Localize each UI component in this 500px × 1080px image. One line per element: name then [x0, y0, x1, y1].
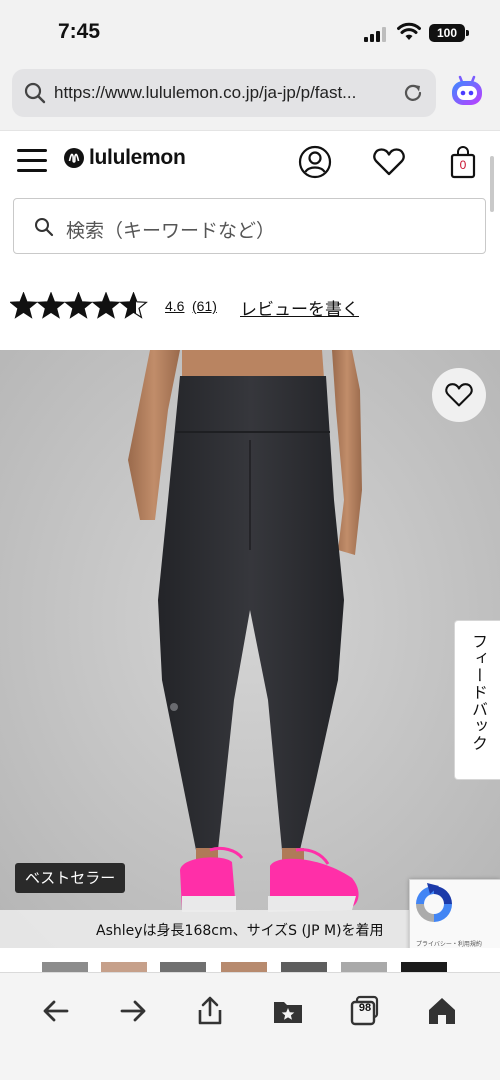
site-search-input[interactable]: 検索（キーワードなど）: [13, 198, 486, 254]
account-icon[interactable]: [298, 145, 332, 179]
forward-button[interactable]: [111, 989, 155, 1033]
star-rating[interactable]: [10, 292, 148, 320]
share-button[interactable]: [188, 989, 232, 1033]
brand-name[interactable]: lululemon: [89, 146, 186, 170]
rating-row: 4.6 (61) レビューを書く: [10, 290, 490, 326]
star-icon: [36, 292, 66, 319]
arrow-left-icon: [43, 1000, 69, 1022]
star-icon: [64, 292, 93, 319]
page-scrollbar[interactable]: [490, 156, 494, 212]
lululemon-logo-icon[interactable]: [64, 148, 84, 168]
search-icon: [24, 82, 46, 104]
recaptcha-logo-icon: [416, 883, 452, 922]
search-placeholder: 検索（キーワードなど）: [66, 220, 276, 242]
bookmarks-button[interactable]: [266, 989, 310, 1033]
url-text: https://www.lululemon.co.jp/ja-jp/p/fast…: [54, 83, 357, 102]
add-to-wishlist-button[interactable]: [432, 368, 486, 422]
shopping-bag-icon[interactable]: 0: [450, 145, 476, 179]
wishlist-heart-icon[interactable]: [372, 147, 406, 177]
heart-icon: [445, 383, 473, 407]
arrow-right-icon: [120, 1000, 146, 1022]
mobile-screen: 7:45 100 https://www.lululemon.co.jp/ja-…: [0, 0, 500, 1080]
status-bar: 7:45 100: [0, 0, 500, 64]
review-count[interactable]: (61): [192, 298, 217, 314]
assistant-bot-icon[interactable]: [449, 73, 485, 109]
search-icon: [35, 218, 54, 237]
write-review-link[interactable]: レビューを書く: [240, 295, 359, 320]
feedback-tab[interactable]: フィードバック: [454, 620, 500, 780]
reload-icon[interactable]: [402, 82, 424, 104]
site-header: lululemon 0: [0, 130, 500, 190]
battery-indicator: 100: [429, 24, 469, 42]
recaptcha-badge[interactable]: プライバシー・利用規約: [409, 879, 500, 948]
bag-count: 0: [459, 158, 467, 172]
wifi-icon: [397, 22, 421, 40]
browser-bottom-toolbar: 98: [0, 972, 500, 1080]
browser-toolbar: https://www.lululemon.co.jp/ja-jp/p/fast…: [0, 64, 500, 130]
star-icon: [119, 292, 148, 319]
product-photo: [0, 350, 500, 948]
tabs-button[interactable]: 98: [343, 989, 387, 1033]
star-icon: [10, 292, 38, 319]
model-caption: Ashleyは身長168cm、サイズS (JP M)を着用: [96, 923, 384, 939]
bestseller-badge: ベストセラー: [15, 863, 126, 893]
product-image[interactable]: フィードバック ベストセラー Ashleyは身長168cm、サイズS (JP M…: [0, 350, 500, 948]
address-bar[interactable]: https://www.lululemon.co.jp/ja-jp/p/fast…: [12, 69, 436, 117]
recaptcha-links[interactable]: プライバシー・利用規約: [416, 939, 482, 948]
hamburger-menu-icon[interactable]: [17, 149, 47, 173]
status-time: 7:45: [58, 20, 101, 43]
star-icon: [91, 292, 121, 319]
back-button[interactable]: [34, 989, 78, 1033]
cellular-signal-icon: [364, 27, 388, 42]
share-icon: [198, 996, 222, 1025]
home-button[interactable]: [420, 989, 464, 1033]
bookmark-folder-star-icon: [274, 1002, 302, 1023]
tab-count: 98: [358, 1002, 372, 1014]
feedback-label: フィードバック: [469, 633, 488, 752]
home-icon: [429, 998, 455, 1024]
rating-value[interactable]: 4.6: [165, 298, 184, 314]
